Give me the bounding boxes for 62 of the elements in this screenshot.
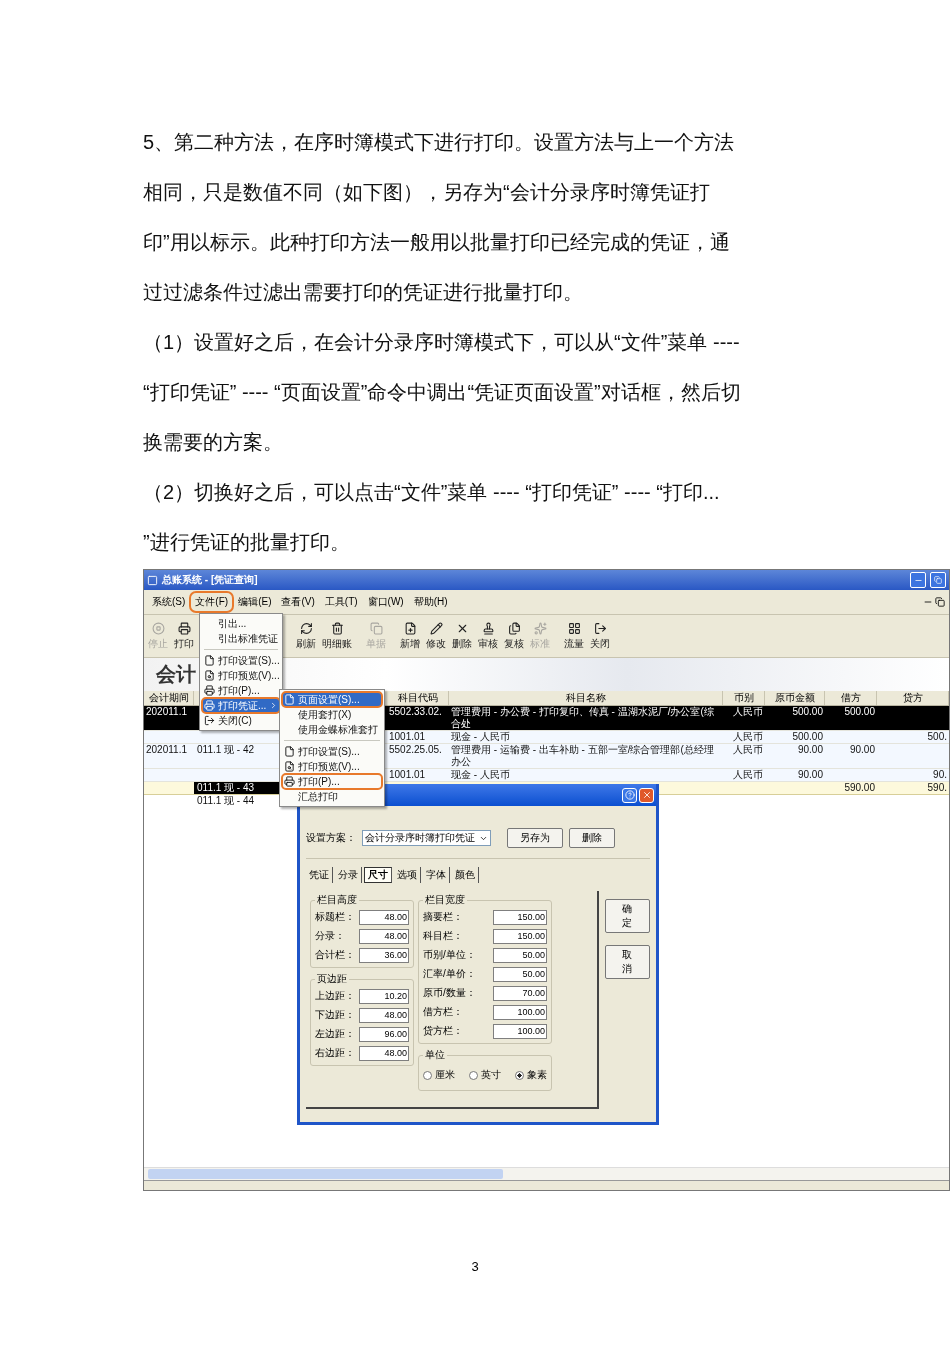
column-header: 科目名称 <box>449 691 723 705</box>
page-number: 3 <box>470 1259 480 1274</box>
table-cell-text: 90.00 <box>796 744 824 757</box>
column-header: 会计期间 <box>144 691 194 705</box>
table-cell-text: 5502.33.02. <box>388 706 443 719</box>
table-cell-text: 90. <box>932 769 948 781</box>
table-cell-text: 90.00 <box>848 744 876 757</box>
field-label: 摘要栏： <box>423 910 463 924</box>
field-label: 右边距： <box>315 1046 355 1060</box>
group-title: 页边距 <box>316 972 348 986</box>
field-label: 汇率/单价： <box>423 967 476 981</box>
field-label: 借方栏： <box>423 1005 463 1019</box>
radio-label: 厘米 <box>435 1068 455 1082</box>
field-label: 贷方栏： <box>423 1024 463 1038</box>
field-label: 下边距： <box>315 1008 355 1022</box>
group-title: 单位 <box>424 1048 446 1062</box>
column-header: 币别 <box>723 691 765 705</box>
group-title: 栏目宽度 <box>424 893 466 907</box>
field-label: 合计栏： <box>315 948 355 962</box>
table-cell-text: 管理费用 - 运输费 - 出车补助 - 五部一室/综合管理部(总经理办公 <box>450 744 715 768</box>
table-cell-text: 1001.01 <box>388 769 427 781</box>
group-title: 栏目高度 <box>316 893 358 907</box>
table-cell-text: 500.00 <box>791 706 824 719</box>
paragraph: 5、第二种方法，在序时簿模式下进行打印。设置方法与上一个方法相同，只是数值不同（如下图），另存为“会计分录序时簿凭证打印”用以标示。此种打印方法一般用以批量打印已经完成的凭证，通过过滤条件过滤出需要打印的凭证进行批量打印。 <box>143 130 736 305</box>
table-cell-text: 管理费用 - 办公费 - 打印复印、传真 - 温湖水泥厂/办公室(综合处 <box>450 706 715 730</box>
paragraph: （1）设置好之后，在会计分录序时簿模式下，可以从“文件”菜单 ---- “打印凭证” ---- “页面设置”命令中调出“凭证页面设置”对话框，然后切换需要的方案。 <box>143 330 742 455</box>
column-header: 借方 <box>825 691 877 705</box>
table-cell-text: 人民币 <box>732 744 764 757</box>
table-cell-text: 590.00 <box>843 782 876 794</box>
table-cell-text: 1001.01 <box>388 731 427 743</box>
table-cell-text: 90.00 <box>796 769 824 781</box>
field-label: 分录： <box>315 929 345 943</box>
table-cell-text: 590. <box>926 782 948 794</box>
table-cell-text: 202011.1 <box>145 744 188 757</box>
table-cell-text: 011.1 现 - 44 <box>196 795 256 807</box>
table-cell-text: 现金 - 人民币 <box>450 769 511 781</box>
table-cell-text: 人民币 <box>732 769 764 781</box>
table-cell-text: 现金 - 人民币 <box>450 731 511 743</box>
field-label: 原币/数量： <box>423 986 476 1000</box>
field-label: 币别/单位： <box>423 948 476 962</box>
field-label: 左边距： <box>315 1027 355 1041</box>
banner-title: 会计 <box>156 662 196 687</box>
table-cell-text: 人民币 <box>732 706 764 719</box>
scheme-label: 设置方案： <box>306 831 356 845</box>
field-label: 标题栏： <box>315 910 355 924</box>
column-header: 贷方 <box>877 691 949 705</box>
table-cell-text: 500.00 <box>791 731 824 743</box>
window-title: 总账系统 - [凭证查询] <box>162 573 259 587</box>
column-header: 原币金额 <box>765 691 825 705</box>
table-cell-text: 202011.1 <box>145 706 188 719</box>
table-cell-text: 500.00 <box>843 706 876 719</box>
column-header: 科目代码 <box>387 691 449 705</box>
paragraph: （2）切换好之后，可以点击“文件”菜单 ---- “打印凭证” ---- “打印... ”进行凭证的批量打印。 <box>143 480 721 555</box>
field-label: 上边距： <box>315 989 355 1003</box>
table-cell-text: 500. <box>926 731 948 743</box>
table-cell-text: 5502.25.05. <box>388 744 443 757</box>
table-cell-text: 011.1 现 - 42 <box>196 744 256 757</box>
radio-label: 英寸 <box>481 1068 501 1082</box>
table-cell: 011.1 现 - 43 <box>194 782 279 794</box>
field-label: 科目栏： <box>423 929 463 943</box>
table-cell-text: 人民币 <box>732 731 764 743</box>
radio-label: 象素 <box>527 1068 547 1082</box>
